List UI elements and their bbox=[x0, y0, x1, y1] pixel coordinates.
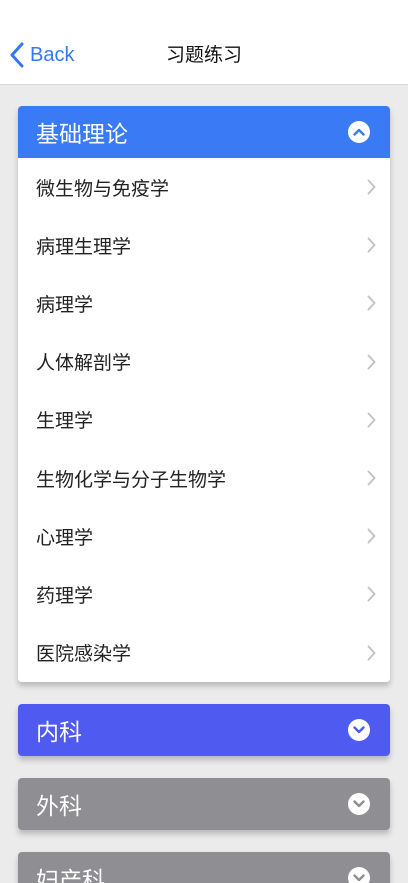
chevron-right-icon bbox=[367, 586, 376, 602]
content-area: 基础理论 微生物与免疫学 病理生理学 病理学 人体解剖学 生理学 生物化学与分子… bbox=[0, 85, 408, 883]
list-item[interactable]: 医院感染学 bbox=[18, 624, 390, 682]
chevron-right-icon bbox=[367, 295, 376, 311]
section-title: 妇产科 bbox=[36, 868, 105, 883]
list-item[interactable]: 病理学 bbox=[18, 274, 390, 332]
list-item[interactable]: 药理学 bbox=[18, 565, 390, 623]
section-list: 微生物与免疫学 病理生理学 病理学 人体解剖学 生理学 生物化学与分子生物学 心… bbox=[18, 158, 390, 682]
navigation-bar: Back 习题练习 bbox=[0, 0, 408, 85]
section-title: 内科 bbox=[36, 720, 82, 746]
section-internal-medicine: 内科 bbox=[18, 704, 390, 756]
list-item-label: 人体解剖学 bbox=[36, 352, 132, 375]
list-item[interactable]: 心理学 bbox=[18, 507, 390, 565]
section-obstetrics-gynecology: 妇产科 bbox=[18, 852, 390, 883]
list-item[interactable]: 生理学 bbox=[18, 391, 390, 449]
chevron-right-icon bbox=[367, 645, 376, 661]
chevron-down-circle-icon[interactable] bbox=[348, 719, 370, 741]
chevron-right-icon bbox=[367, 528, 376, 544]
list-item[interactable]: 病理生理学 bbox=[18, 216, 390, 274]
list-item[interactable]: 人体解剖学 bbox=[18, 333, 390, 391]
section-header-internal-medicine[interactable]: 内科 bbox=[18, 704, 390, 756]
list-item-label: 生物化学与分子生物学 bbox=[36, 468, 227, 491]
chevron-up-circle-icon[interactable] bbox=[348, 121, 370, 143]
chevron-down-circle-icon[interactable] bbox=[348, 793, 370, 815]
section-header-obstetrics-gynecology[interactable]: 妇产科 bbox=[18, 852, 390, 883]
section-header-surgery[interactable]: 外科 bbox=[18, 778, 390, 830]
chevron-down-circle-icon[interactable] bbox=[348, 867, 370, 883]
chevron-right-icon bbox=[367, 354, 376, 370]
list-item-label: 病理生理学 bbox=[36, 235, 132, 258]
section-title: 外科 bbox=[36, 794, 82, 820]
list-item-label: 医院感染学 bbox=[36, 643, 132, 666]
chevron-right-icon bbox=[367, 237, 376, 253]
section-header-basic-theory[interactable]: 基础理论 bbox=[18, 106, 390, 158]
list-item-label: 生理学 bbox=[36, 410, 94, 433]
list-item-label: 微生物与免疫学 bbox=[36, 177, 170, 200]
chevron-right-icon bbox=[367, 179, 376, 195]
section-title: 基础理论 bbox=[36, 122, 128, 148]
list-item-label: 心理学 bbox=[36, 526, 94, 549]
section-surgery: 外科 bbox=[18, 778, 390, 830]
list-item[interactable]: 生物化学与分子生物学 bbox=[18, 449, 390, 507]
chevron-right-icon bbox=[367, 470, 376, 486]
chevron-right-icon bbox=[367, 412, 376, 428]
section-basic-theory: 基础理论 微生物与免疫学 病理生理学 病理学 人体解剖学 生理学 生物化学与分子… bbox=[18, 106, 390, 682]
page-title: 习题练习 bbox=[165, 44, 242, 66]
list-item-label: 病理学 bbox=[36, 293, 94, 316]
list-item-label: 药理学 bbox=[36, 584, 94, 607]
list-item[interactable]: 微生物与免疫学 bbox=[18, 158, 390, 216]
